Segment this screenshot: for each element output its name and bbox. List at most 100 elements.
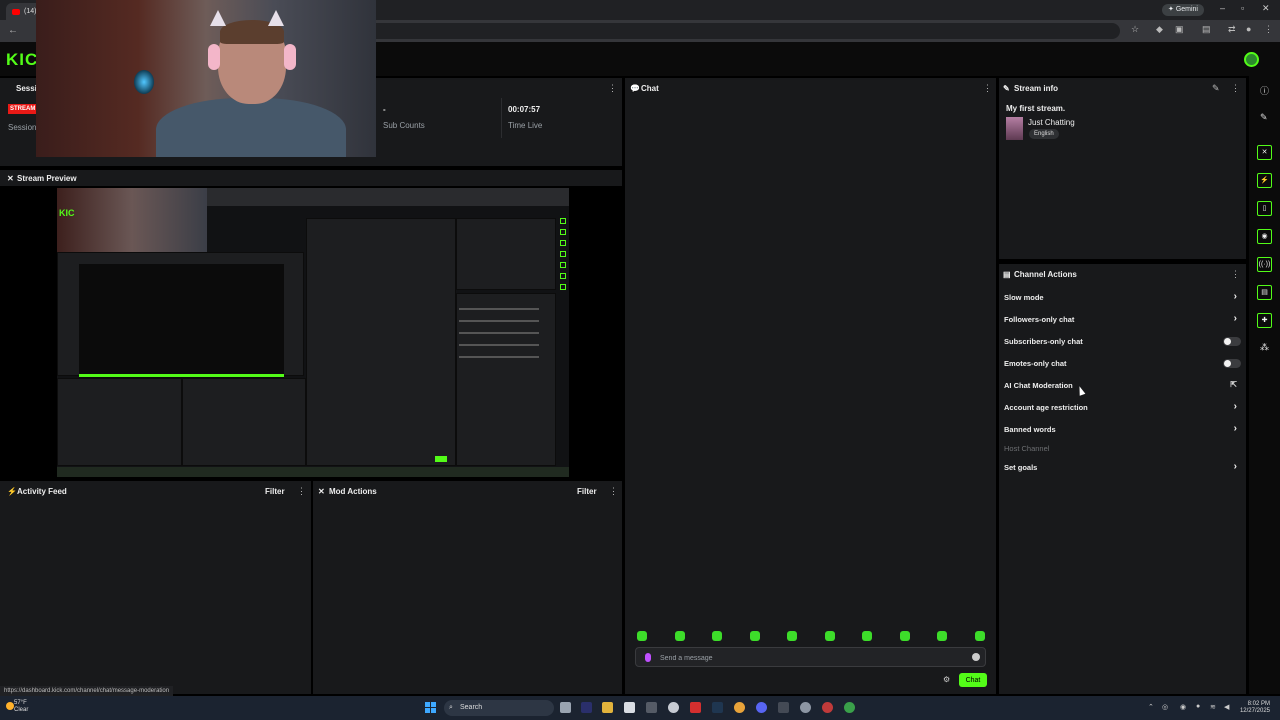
task-view-icon[interactable] — [560, 702, 571, 713]
tray-app-icon[interactable]: ◉ — [1180, 703, 1186, 711]
chat-settings-gear-icon[interactable]: ⚙ — [943, 675, 950, 684]
chevron-right-icon: › — [1233, 401, 1237, 412]
tray-chevron-icon[interactable]: ⌃ — [1148, 703, 1154, 711]
microphone-icon[interactable] — [645, 653, 651, 662]
action-followers-only-chat[interactable]: Followers-only chat › — [1004, 313, 1241, 327]
lightning-icon[interactable]: ⚡ — [1257, 173, 1272, 188]
discord-icon[interactable] — [756, 702, 767, 713]
emote-icon[interactable] — [787, 631, 797, 641]
chat-menu-icon[interactable]: ⋮ — [983, 83, 992, 94]
pencil-icon[interactable]: ✎ — [1260, 112, 1268, 123]
weather-widget[interactable]: 57°F Clear — [14, 700, 28, 714]
chat-input-box[interactable] — [635, 647, 986, 667]
stream-category[interactable]: Just Chatting — [1028, 118, 1075, 127]
menu-icon[interactable]: ⋮ — [1264, 24, 1273, 35]
wrench-icon[interactable]: ✚ — [1257, 313, 1272, 328]
obs-icon[interactable] — [668, 702, 679, 713]
emote-icon[interactable] — [937, 631, 947, 641]
profile-icon[interactable]: ● — [1246, 24, 1251, 34]
back-icon[interactable]: ← — [8, 25, 18, 36]
streamer-shirt — [156, 98, 346, 157]
avatar[interactable] — [1244, 52, 1259, 67]
taskbar-search[interactable]: ⌕ Search — [444, 700, 554, 716]
layout-icon[interactable]: ▤ — [1257, 285, 1272, 300]
app-icon[interactable] — [822, 702, 833, 713]
action-set-goals[interactable]: Set goals › — [1004, 461, 1241, 475]
maximize-icon[interactable]: ▫ — [1241, 3, 1244, 13]
wifi-icon[interactable]: ≋ — [1210, 703, 1216, 711]
channel-actions-menu-icon[interactable]: ⋮ — [1231, 269, 1240, 280]
activity-filter-button[interactable]: Filter — [265, 487, 285, 496]
sidebar-icon[interactable]: ▤ — [1202, 24, 1211, 35]
tray-app-icon[interactable]: ◎ — [1162, 703, 1168, 711]
search-label: Search — [460, 704, 483, 711]
action-banned-words[interactable]: Banned words › — [1004, 423, 1241, 437]
action-ai-chat-moderation[interactable]: AI Chat Moderation ⇱ — [1004, 379, 1241, 393]
info-icon[interactable]: ⓘ — [1260, 84, 1269, 97]
action-account-age-restriction[interactable]: Account age restriction › — [1004, 401, 1241, 415]
emote-icon[interactable] — [675, 631, 685, 641]
emote-icon[interactable] — [712, 631, 722, 641]
calendar-icon[interactable] — [624, 702, 635, 713]
emoji-icon[interactable] — [972, 653, 980, 661]
sub-counts-value: - — [383, 105, 386, 114]
emote-icon[interactable] — [825, 631, 835, 641]
emote-icon[interactable] — [637, 631, 647, 641]
action-label: Set goals — [1004, 463, 1038, 472]
stream-info-icon: ✎ — [1003, 84, 1010, 93]
session-menu-icon[interactable]: ⋮ — [608, 83, 617, 94]
app-icon[interactable] — [778, 702, 789, 713]
settings-icon[interactable] — [800, 702, 811, 713]
session-panel-title: Sessi — [16, 84, 37, 93]
action-label: Emotes-only chat — [1004, 359, 1067, 368]
chevron-right-icon: › — [1233, 461, 1237, 472]
chat-panel: 💬 Chat ⋮ — [625, 78, 996, 694]
emote-icon[interactable] — [862, 631, 872, 641]
close-icon[interactable]: ✕ — [1262, 3, 1270, 14]
edit-pencil-icon[interactable]: ✎ — [1212, 83, 1220, 94]
windows-start-icon[interactable] — [425, 702, 436, 713]
mod-menu-icon[interactable]: ⋮ — [609, 486, 618, 497]
gemini-button[interactable]: ✦ Gemini — [1162, 4, 1204, 16]
file-explorer-icon[interactable] — [602, 702, 613, 713]
document-icon[interactable]: ▯ — [1257, 201, 1272, 216]
chat-message-input[interactable] — [660, 652, 960, 664]
action-label: Followers-only chat — [1004, 315, 1075, 324]
taskbar-clock[interactable]: 8:02 PM 12/27/2025 — [1238, 701, 1270, 715]
puzzle-icon[interactable]: ▣ — [1175, 24, 1184, 35]
add-widget-icon[interactable]: ⁂ — [1260, 342, 1269, 353]
minimize-icon[interactable]: – — [1220, 3, 1225, 13]
subscribers-only-toggle[interactable] — [1223, 337, 1241, 346]
activity-menu-icon[interactable]: ⋮ — [297, 486, 306, 497]
emote-icon[interactable] — [900, 631, 910, 641]
star-icon[interactable]: ☆ — [1131, 24, 1139, 35]
cast-icon[interactable]: ⇄ — [1228, 24, 1236, 35]
action-slow-mode[interactable]: Slow mode › — [1004, 291, 1241, 305]
send-chat-button[interactable]: Chat — [959, 673, 987, 687]
stream-preview-header — [0, 170, 622, 186]
app-icon[interactable] — [646, 702, 657, 713]
emote-icon[interactable] — [975, 631, 985, 641]
broadcast-icon[interactable]: ((·)) — [1257, 257, 1272, 272]
mod-actions-title: Mod Actions — [329, 487, 377, 496]
stream-preview-title: Stream Preview — [17, 174, 77, 183]
chrome-active-icon[interactable] — [844, 702, 855, 713]
premiere-icon[interactable] — [581, 702, 592, 713]
emote-icon[interactable] — [750, 631, 760, 641]
stream-preview-video[interactable]: KIC — [57, 188, 569, 477]
adobe-icon[interactable] — [690, 702, 701, 713]
weather-icon — [6, 702, 14, 710]
volume-icon[interactable]: ◀ — [1224, 703, 1229, 711]
preview-mod-panel — [182, 378, 306, 466]
emotes-only-toggle[interactable] — [1223, 359, 1241, 368]
stream-info-menu-icon[interactable]: ⋮ — [1231, 83, 1240, 94]
mod-tools-icon[interactable]: ✕ — [1257, 145, 1272, 160]
steam-icon[interactable] — [712, 702, 723, 713]
weather-desc: Clear — [14, 707, 29, 713]
tray-app-icon[interactable]: ● — [1196, 703, 1200, 710]
chat-bubble-icon[interactable]: ◉ — [1257, 229, 1272, 244]
chrome-icon[interactable] — [734, 702, 745, 713]
activity-icon: ⚡ — [7, 487, 17, 496]
extension-icon[interactable]: ◆ — [1156, 24, 1163, 35]
mod-filter-button[interactable]: Filter — [577, 487, 597, 496]
